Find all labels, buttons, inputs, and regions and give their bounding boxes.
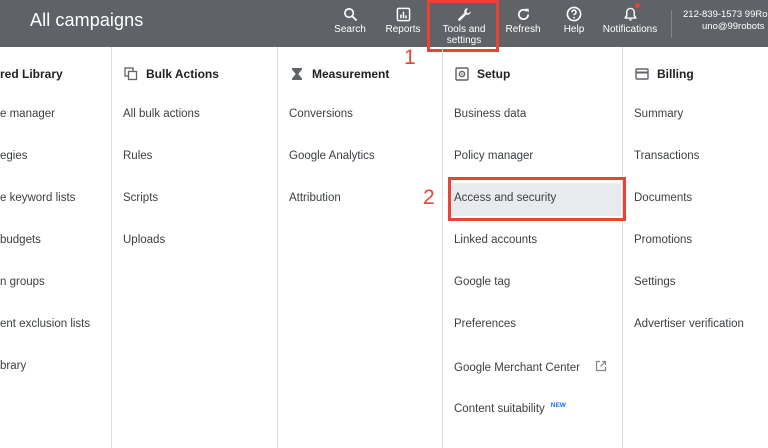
- help-icon: [566, 6, 582, 22]
- menu-item-library[interactable]: brary: [0, 360, 26, 372]
- bulk-actions-heading: Bulk Actions: [124, 67, 219, 81]
- shared-library-heading: red Library: [0, 67, 63, 81]
- menu-item-documents[interactable]: Documents: [634, 192, 692, 204]
- refresh-icon: [517, 8, 529, 20]
- menu-item-all-bulk-actions[interactable]: All bulk actions: [123, 108, 200, 120]
- new-badge: NEW: [550, 402, 566, 409]
- menu-item-placement-exclusion-lists[interactable]: ent exclusion lists: [0, 318, 90, 330]
- search-icon: [343, 8, 357, 22]
- notifications-label: Notifications: [602, 24, 658, 35]
- menu-item-uploads[interactable]: Uploads: [123, 234, 165, 246]
- search-label: Search: [334, 24, 366, 35]
- account-info[interactable]: 212-839-1573 99Ro uno@99robots: [683, 9, 768, 33]
- menu-item-business-data[interactable]: Business data: [454, 108, 526, 120]
- account-email: uno@99robots: [702, 21, 765, 32]
- menu-item-promotions[interactable]: Promotions: [634, 234, 692, 246]
- google-merchant-center-label: Google Merchant Center: [454, 362, 580, 374]
- hourglass-icon: [292, 68, 302, 80]
- menu-item-advertiser-verification[interactable]: Advertiser verification: [634, 318, 744, 330]
- bell-icon: [624, 7, 636, 21]
- reports-label: Reports: [385, 24, 421, 35]
- help-label: Help: [563, 24, 585, 35]
- menu-item-rules[interactable]: Rules: [123, 150, 152, 162]
- highlight-box-tools: [427, 0, 499, 52]
- menu-item-shared-budgets[interactable]: budgets: [0, 234, 41, 246]
- bulk-actions-column: Bulk Actions All bulk actions Rules Scri…: [112, 47, 277, 448]
- refresh-button[interactable]: Refresh: [503, 0, 543, 47]
- menu-item-google-merchant-center[interactable]: Google Merchant Center: [454, 360, 607, 374]
- setup-heading: Setup: [455, 67, 510, 81]
- header-divider: [671, 10, 672, 38]
- notification-dot: [634, 3, 640, 8]
- account-id: 212-839-1573 99Ro: [683, 9, 768, 20]
- bulk-actions-icon: [124, 67, 138, 81]
- menu-item-conversions[interactable]: Conversions: [289, 108, 353, 120]
- setup-icon: [455, 67, 469, 81]
- refresh-label: Refresh: [505, 24, 541, 35]
- menu-item-asset-manager[interactable]: e manager: [0, 108, 55, 120]
- menu-item-bid-strategies[interactable]: egies: [0, 150, 28, 162]
- measurement-heading: Measurement: [290, 67, 389, 81]
- menu-item-settings[interactable]: Settings: [634, 276, 676, 288]
- content-suitability-label: Content suitability: [454, 403, 545, 415]
- menu-item-transactions[interactable]: Transactions: [634, 150, 699, 162]
- billing-column: Billing Summary Transactions Documents P…: [623, 47, 768, 448]
- step-number-2: 2: [423, 186, 435, 209]
- menu-item-attribution[interactable]: Attribution: [289, 192, 341, 204]
- menu-item-google-tag[interactable]: Google tag: [454, 276, 510, 288]
- menu-item-content-suitability[interactable]: Content suitability NEW: [454, 402, 566, 415]
- menu-item-linked-accounts[interactable]: Linked accounts: [454, 234, 537, 246]
- highlight-box-access-security: [448, 177, 626, 221]
- notifications-button[interactable]: Notifications: [599, 0, 661, 47]
- menu-item-policy-manager[interactable]: Policy manager: [454, 150, 533, 162]
- reports-icon: [396, 7, 410, 22]
- setup-column: Setup Business data Policy manager Acces…: [443, 47, 622, 448]
- external-link-icon: [596, 360, 607, 372]
- billing-icon: [635, 68, 649, 80]
- measurement-column: Measurement Conversions Google Analytics…: [278, 47, 442, 448]
- menu-item-summary[interactable]: Summary: [634, 108, 683, 120]
- menu-item-google-analytics[interactable]: Google Analytics: [289, 150, 375, 162]
- billing-heading: Billing: [635, 67, 694, 81]
- shared-library-column: red Library e manager egies e keyword li…: [0, 47, 111, 448]
- search-button[interactable]: Search: [333, 0, 367, 47]
- menu-item-location-groups[interactable]: n groups: [0, 276, 45, 288]
- page-title: All campaigns: [30, 10, 144, 30]
- menu-item-negative-keyword-lists[interactable]: e keyword lists: [0, 192, 75, 204]
- top-bar: All campaigns Search Reports Tools and s…: [0, 0, 768, 47]
- menu-item-preferences[interactable]: Preferences: [454, 318, 516, 330]
- reports-button[interactable]: Reports: [383, 0, 423, 47]
- help-button[interactable]: Help: [560, 0, 588, 47]
- menu-item-scripts[interactable]: Scripts: [123, 192, 158, 204]
